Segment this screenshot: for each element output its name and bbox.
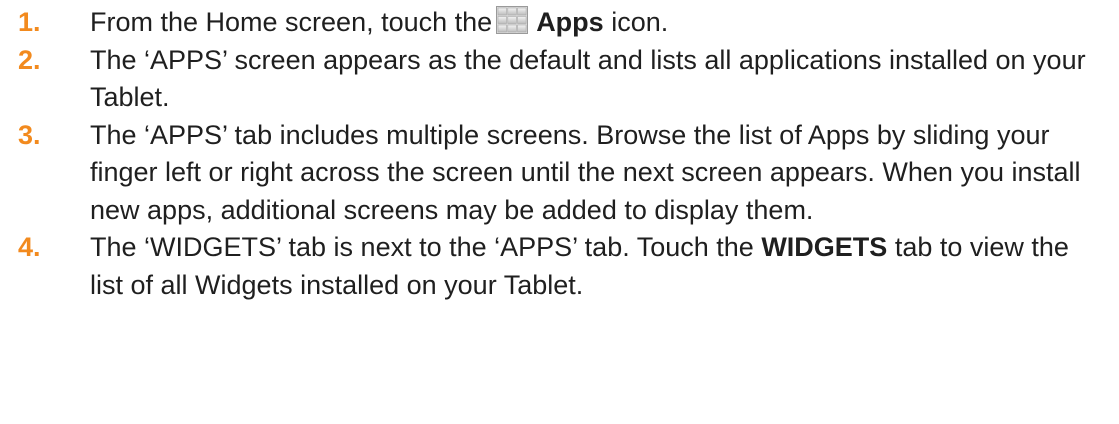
step-number: 3.: [18, 119, 41, 150]
apps-grid-icon: [496, 6, 529, 34]
step-number: 4.: [18, 232, 41, 262]
step-1: 1. From the Home screen, touch the Apps …: [0, 4, 1119, 42]
step-2: 2. The ‘APPS’ screen appears as the defa…: [0, 42, 1119, 117]
instruction-list: 1. From the Home screen, touch the Apps …: [0, 0, 1119, 424]
step-1-text-end: icon.: [603, 7, 669, 37]
step-text: The ‘APPS’ tab includes multiple screens…: [90, 119, 1081, 225]
step-text: From the Home screen, touch the Apps ico…: [90, 4, 1100, 42]
step-text: The ‘APPS’ screen appears as the default…: [90, 44, 1086, 113]
step-4-text-start: The ‘WIDGETS’ tab is next to the ‘APPS’ …: [90, 232, 762, 262]
step-text: The ‘WIDGETS’ tab is next to the ‘APPS’ …: [90, 229, 1100, 304]
step-1-text-start: From the Home screen, touch the: [90, 7, 493, 37]
apps-label: Apps: [536, 7, 604, 37]
step-4: 4. The ‘WIDGETS’ tab is next to the ‘APP…: [0, 229, 1119, 304]
step-3: 3. The ‘APPS’ tab includes multiple scre…: [0, 117, 1119, 230]
step-number: 2.: [18, 44, 41, 75]
step-number: 1.: [18, 7, 41, 37]
widgets-label: WIDGETS: [761, 232, 888, 262]
